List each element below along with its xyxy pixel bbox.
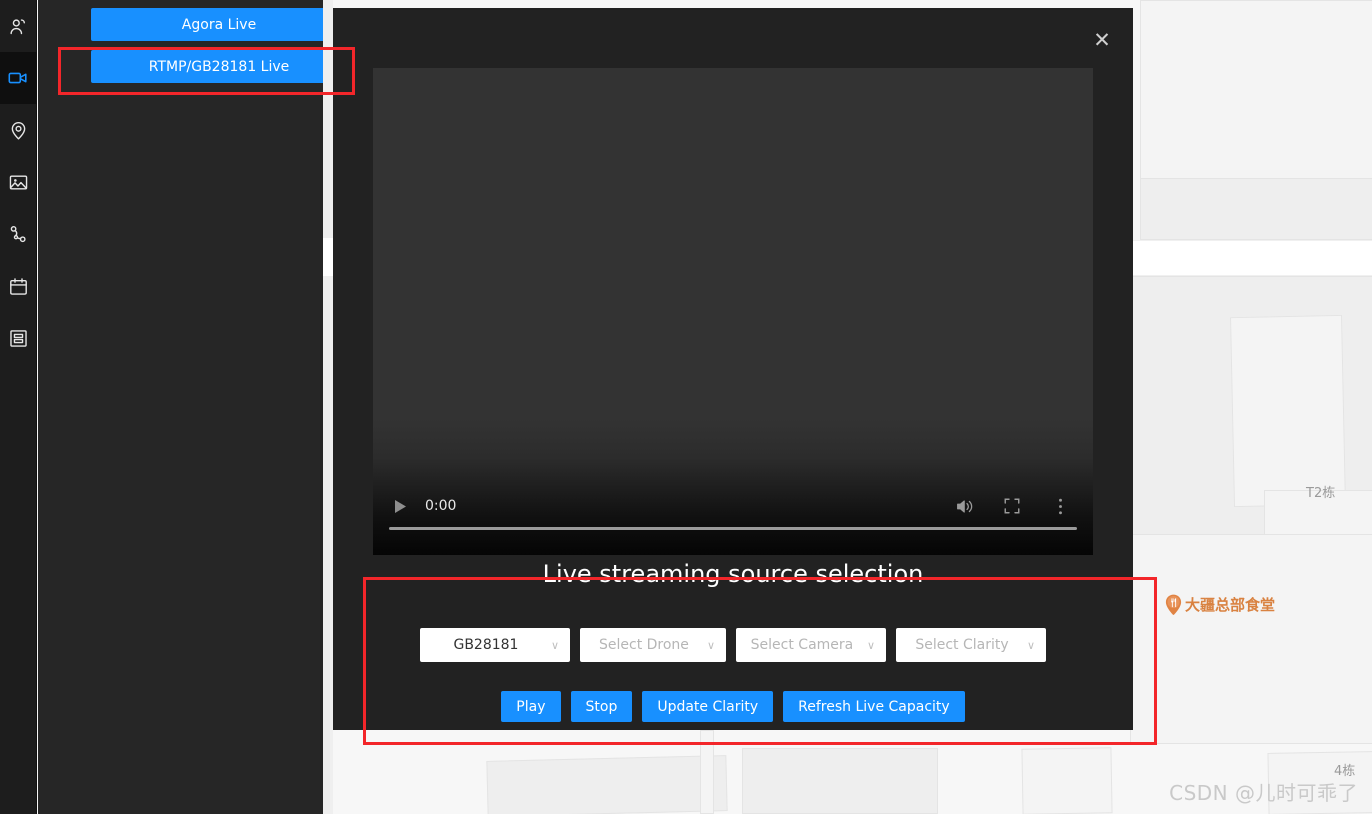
logs-icon bbox=[8, 328, 29, 349]
media-icon bbox=[8, 172, 29, 193]
map-poi-canteen[interactable]: 大疆总部食堂 bbox=[1165, 594, 1275, 615]
play-icon[interactable] bbox=[389, 495, 411, 517]
map-building bbox=[1130, 534, 1372, 744]
play-button[interactable]: Play bbox=[501, 691, 561, 722]
members-icon bbox=[8, 16, 29, 37]
video-progress-bar[interactable] bbox=[389, 527, 1077, 530]
route-icon bbox=[8, 224, 29, 245]
play-triangle-icon bbox=[394, 499, 406, 513]
calendar-icon bbox=[8, 276, 29, 297]
update-clarity-button[interactable]: Update Clarity bbox=[642, 691, 774, 722]
video-player[interactable]: 0:00 bbox=[373, 68, 1093, 555]
chevron-down-icon: ∨ bbox=[706, 638, 715, 652]
map-building bbox=[1021, 747, 1113, 814]
stop-button[interactable]: Stop bbox=[570, 691, 633, 722]
chevron-down-icon: ∨ bbox=[866, 638, 875, 652]
restaurant-pin-icon bbox=[1165, 594, 1182, 615]
clarity-select[interactable]: Select Clarity ∨ bbox=[896, 628, 1046, 662]
sidebar-rail bbox=[0, 0, 37, 814]
location-icon bbox=[8, 120, 29, 141]
agora-live-button[interactable]: Agora Live bbox=[91, 8, 347, 41]
refresh-live-capacity-button[interactable]: Refresh Live Capacity bbox=[783, 691, 965, 722]
sidebar-item-live[interactable] bbox=[0, 52, 37, 104]
map-road bbox=[700, 730, 714, 814]
live-stream-modal: ✕ 0:00 Live streaming source selection G… bbox=[333, 8, 1133, 730]
sidebar-item-calendar[interactable] bbox=[0, 260, 37, 312]
map-building bbox=[1230, 314, 1346, 508]
fullscreen-icon[interactable] bbox=[997, 493, 1027, 519]
sidebar-item-route[interactable] bbox=[0, 208, 37, 260]
map-building bbox=[486, 755, 728, 814]
live-icon bbox=[7, 67, 29, 89]
camera-select-value: Select Camera bbox=[750, 637, 854, 653]
map-building bbox=[1140, 178, 1372, 240]
action-button-row: Play Stop Update Clarity Refresh Live Ca… bbox=[333, 691, 1133, 722]
map-road bbox=[323, 238, 333, 276]
close-icon[interactable]: ✕ bbox=[1080, 18, 1124, 62]
live-source-panel: Agora Live RTMP/GB28181 Live bbox=[38, 0, 347, 814]
drone-select-value: Select Drone bbox=[599, 637, 689, 653]
more-options-icon[interactable] bbox=[1045, 493, 1075, 519]
map-building bbox=[1140, 0, 1372, 180]
watermark: CSDN @儿时可乖了 bbox=[1169, 781, 1358, 805]
sidebar-item-location[interactable] bbox=[0, 104, 37, 156]
chevron-down-icon: ∨ bbox=[1026, 638, 1035, 652]
volume-icon[interactable] bbox=[949, 493, 979, 519]
map-sliver: 附近设备 bbox=[323, 0, 333, 814]
map-road bbox=[1130, 240, 1372, 276]
source-selector-row: GB28181 ∨ Select Drone ∨ Select Camera ∨… bbox=[333, 628, 1133, 662]
three-dots-icon bbox=[1058, 498, 1062, 514]
map-building bbox=[742, 748, 938, 814]
protocol-select-value: GB28181 bbox=[453, 637, 519, 653]
map-poi-label: 大疆总部食堂 bbox=[1185, 596, 1276, 614]
map-label: T2栋 bbox=[1306, 486, 1336, 501]
rtmp-gb28181-live-button[interactable]: RTMP/GB28181 Live bbox=[91, 50, 347, 83]
modal-title: Live streaming source selection bbox=[542, 560, 924, 588]
drone-select[interactable]: Select Drone ∨ bbox=[580, 628, 726, 662]
protocol-select[interactable]: GB28181 ∨ bbox=[420, 628, 570, 662]
video-controls: 0:00 bbox=[373, 475, 1093, 555]
sidebar-item-logs[interactable] bbox=[0, 312, 37, 364]
app-root: T2栋 4栋 大疆总部食堂 CSDN @儿时可乖了 附近设备 bbox=[0, 0, 1372, 814]
sidebar-item-media[interactable] bbox=[0, 156, 37, 208]
sidebar-item-members[interactable] bbox=[0, 0, 37, 52]
clarity-select-value: Select Clarity bbox=[915, 637, 1009, 653]
camera-select[interactable]: Select Camera ∨ bbox=[736, 628, 886, 662]
video-current-time: 0:00 bbox=[425, 498, 457, 514]
chevron-down-icon: ∨ bbox=[550, 638, 559, 652]
